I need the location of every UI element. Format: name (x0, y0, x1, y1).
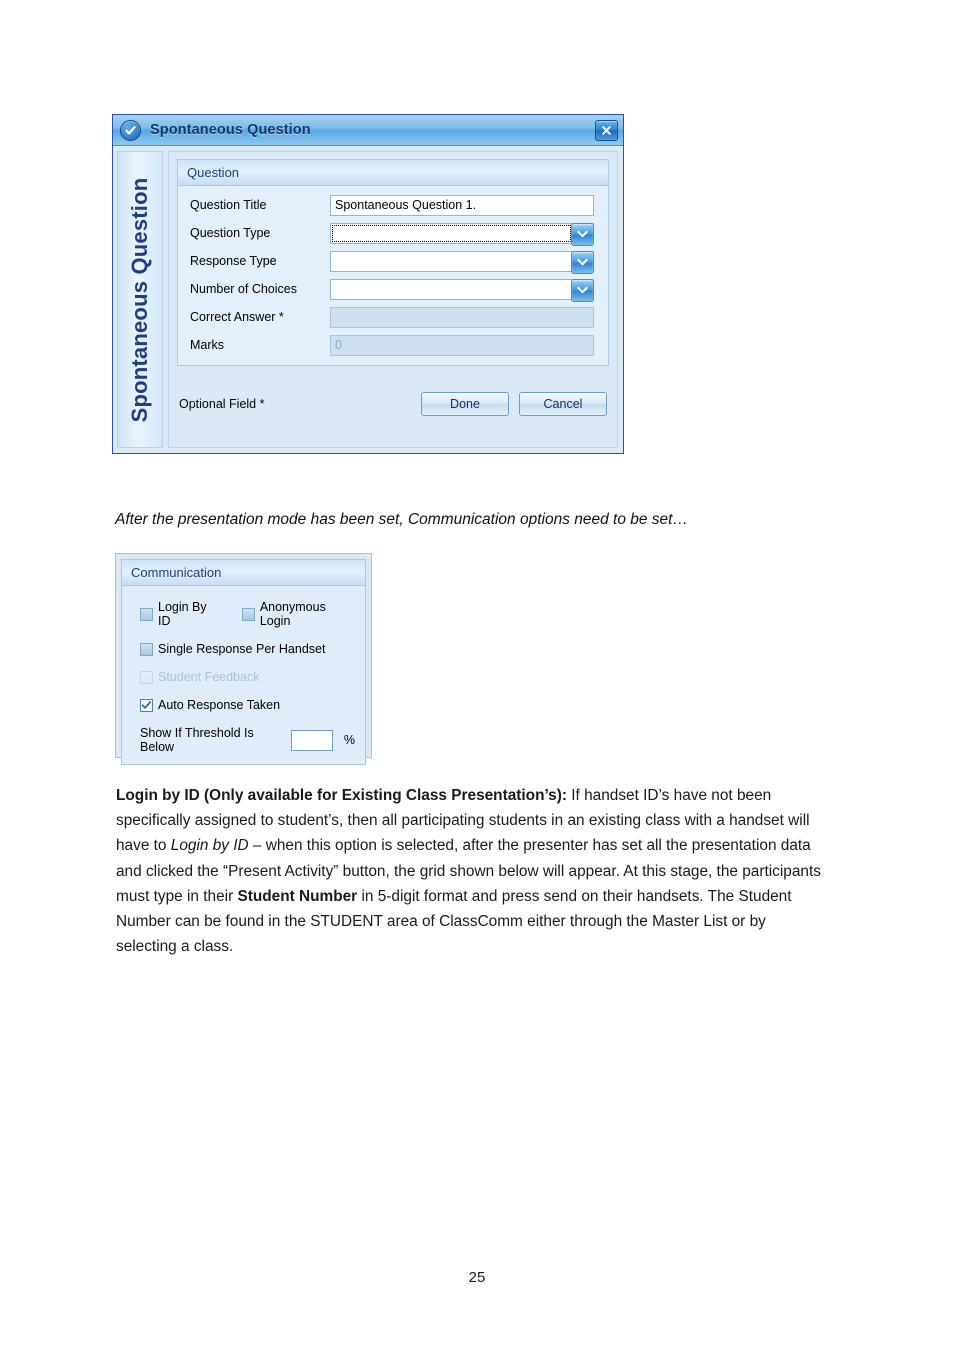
question-title-input[interactable] (330, 194, 594, 216)
question-groupbox: Question Question Title Question Typ (177, 159, 609, 366)
label-show-if-threshold: Show If Threshold Is Below (140, 726, 254, 754)
field-row-question-type: Question Type (190, 222, 594, 246)
question-group-header: Question (178, 160, 608, 186)
field-row-correct-answer: Correct Answer * (190, 306, 594, 328)
dialog-side-banner: Spontaneous Question (117, 151, 163, 448)
checkbox-row-student-feedback: Student Feedback (140, 670, 355, 684)
question-group-body: Question Title Question Type (178, 186, 608, 365)
focus-outline (332, 224, 571, 242)
threshold-input[interactable] (290, 729, 333, 751)
paragraph-emphasis-student-number: Student Number (237, 887, 358, 905)
paragraph-emphasis-login-by-id: Login by ID (170, 837, 249, 855)
label-student-feedback: Student Feedback (158, 670, 260, 684)
checkbox-anonymous-login[interactable] (241, 607, 255, 621)
field-row-question-title: Question Title (190, 194, 594, 216)
control-number-of-choices (330, 278, 594, 302)
body-paragraph: Login by ID (Only available for Existing… (116, 783, 822, 959)
label-anonymous-login: Anonymous Login (259, 600, 326, 628)
question-type-dropdown[interactable] (330, 222, 594, 246)
dialog-main-area: Question Question Title Question Typ (168, 151, 618, 448)
checkbox-row-auto-response: Auto Response Taken (140, 698, 355, 712)
chevron-down-icon[interactable] (571, 278, 594, 302)
communication-groupbox: Communication Login By ID Anonymous Logi… (121, 559, 366, 765)
optional-field-note: Optional Field * (179, 396, 265, 411)
checkbox-auto-response-taken[interactable] (140, 698, 153, 712)
label-marks: Marks (190, 338, 225, 352)
label-correct-answer: Correct Answer * (190, 310, 284, 324)
chevron-down-icon[interactable] (571, 222, 594, 246)
done-button[interactable]: Done (421, 391, 509, 416)
label-login-by-id: Login By ID (158, 600, 207, 628)
label-number-of-choices: Number of Choices (190, 282, 297, 296)
dialog-button-group: Done Cancel (421, 391, 607, 416)
caption-text: After the presentation mode has been set… (115, 511, 688, 528)
checkbox-login-by-id[interactable] (140, 607, 153, 621)
dialog-footer: Optional Field * Done Cancel (177, 368, 609, 439)
chevron-down-icon[interactable] (571, 250, 594, 274)
checkbox-student-feedback (140, 670, 153, 684)
label-question-title: Question Title (190, 198, 267, 212)
dialog-title-bar: Spontaneous Question (113, 115, 623, 146)
document-page: Spontaneous Question Spontaneous Questio… (0, 0, 954, 1350)
number-of-choices-dropdown[interactable] (330, 278, 594, 302)
question-group-title: Question (187, 165, 240, 180)
check-circle-icon (120, 119, 141, 141)
dialog-body: Spontaneous Question Question Question T… (113, 146, 623, 453)
control-marks (330, 334, 594, 356)
checkbox-row-single-response: Single Response Per Handset (140, 642, 355, 656)
communication-group-header: Communication (122, 560, 365, 586)
control-correct-answer (330, 306, 594, 328)
label-question-type: Question Type (190, 226, 271, 240)
communication-group-title: Communication (131, 565, 222, 580)
threshold-unit-label: % (343, 733, 355, 747)
label-response-type: Response Type (190, 254, 277, 268)
control-question-type (330, 222, 594, 246)
communication-panel: Communication Login By ID Anonymous Logi… (115, 553, 372, 765)
communication-group-body: Login By ID Anonymous Login Single Respo… (122, 586, 365, 764)
paragraph-lead: Login by ID (Only available for Existing… (116, 787, 567, 804)
spontaneous-question-dialog: Spontaneous Question Spontaneous Questio… (112, 114, 624, 454)
response-type-dropdown[interactable] (330, 250, 594, 274)
checkbox-single-response-per-handset[interactable] (140, 642, 153, 656)
close-icon[interactable] (595, 120, 618, 141)
label-single-response-per-handset: Single Response Per Handset (158, 642, 326, 656)
page-number: 25 (468, 1269, 486, 1286)
marks-input (330, 334, 594, 356)
correct-answer-input (330, 306, 594, 328)
checkbox-row-login: Login By ID Anonymous Login (140, 600, 355, 628)
side-banner-label: Spontaneous Question (127, 177, 152, 422)
field-row-response-type: Response Type (190, 250, 594, 274)
field-row-marks: Marks (190, 334, 594, 356)
label-auto-response-taken: Auto Response Taken (158, 698, 281, 712)
field-row-number-of-choices: Number of Choices (190, 278, 594, 302)
control-question-title (330, 194, 594, 216)
cancel-button[interactable]: Cancel (519, 391, 607, 416)
dialog-title: Spontaneous Question (150, 122, 311, 138)
control-response-type (330, 250, 594, 274)
threshold-row: Show If Threshold Is Below % (140, 726, 355, 754)
